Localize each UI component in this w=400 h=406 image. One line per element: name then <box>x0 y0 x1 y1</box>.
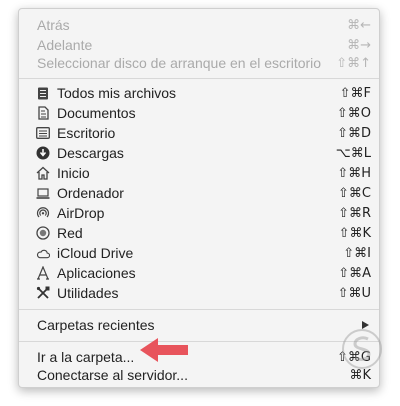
menu-item-shortcut: ⇧⌘R <box>338 205 371 221</box>
menu-item-icloud-drive[interactable]: iCloud Drive ⇧⌘I <box>19 243 379 263</box>
menu-item-shortcut: ⌘→ <box>347 37 371 53</box>
menu-item-airdrop[interactable]: AirDrop ⇧⌘R <box>19 203 379 223</box>
menu-item-shortcut: ⇧⌘F <box>339 85 371 101</box>
airdrop-icon <box>36 206 50 220</box>
menu-item-label: Carpetas recientes <box>37 317 155 333</box>
menu-item-documents[interactable]: Documentos ⇧⌘O <box>19 103 379 123</box>
menu-item-label: Atrás <box>37 17 70 33</box>
applications-icon <box>36 266 50 280</box>
menu-item-home[interactable]: Inicio ⇧⌘H <box>19 163 379 183</box>
menu-item-label: Seleccionar disco de arranque en el escr… <box>37 55 322 71</box>
watermark-logo-icon <box>342 329 382 369</box>
documents-icon <box>36 106 50 120</box>
menu-item-shortcut: ⇧⌘A <box>338 265 371 281</box>
menu-item-select-startup-disk: Seleccionar disco de arranque en el escr… <box>19 53 379 73</box>
menu-item-go-to-folder[interactable]: Ir a la carpeta... ⇧⌘G <box>19 347 379 367</box>
menu-item-shortcut: ⇧⌘K <box>338 225 371 241</box>
menu-item-applications[interactable]: Aplicaciones ⇧⌘A <box>19 263 379 283</box>
menu-item-shortcut: ⇧⌘D <box>337 125 371 141</box>
network-icon <box>36 226 50 240</box>
menu-item-label: AirDrop <box>57 205 105 221</box>
menu-item-label: iCloud Drive <box>57 245 134 261</box>
menu-item-label: Red <box>57 225 83 241</box>
downloads-icon <box>36 146 50 160</box>
desktop-icon <box>36 126 50 140</box>
menu-item-connect-to-server[interactable]: Conectarse al servidor... ⌘K <box>19 365 379 385</box>
menu-item-shortcut: ⌥⌘L <box>335 145 371 161</box>
menu-item-forward: Adelante ⌘→ <box>19 35 379 55</box>
menu-item-all-files[interactable]: Todos mis archivos ⇧⌘F <box>19 83 379 103</box>
menu-item-downloads[interactable]: Descargas ⌥⌘L <box>19 143 379 163</box>
pointer-arrow-icon <box>140 338 188 362</box>
go-menu: Atrás ⌘← Adelante ⌘→ Seleccionar disco d… <box>18 8 380 388</box>
menu-item-label: Descargas <box>57 145 124 161</box>
menu-item-shortcut: ⇧⌘O <box>336 105 371 121</box>
utilities-icon <box>36 286 50 300</box>
menu-item-label: Todos mis archivos <box>57 85 177 101</box>
menu-item-shortcut: ⇧⌘C <box>338 185 371 201</box>
menu-item-label: Utilidades <box>57 285 119 301</box>
menu-item-label: Conectarse al servidor... <box>37 367 188 383</box>
menu-item-shortcut: ⇧⌘I <box>343 245 371 261</box>
menu-item-shortcut: ⇧⌘H <box>337 165 371 181</box>
menu-item-back: Atrás ⌘← <box>19 15 379 35</box>
computer-icon <box>36 186 50 200</box>
menu-item-label: Adelante <box>37 37 93 53</box>
menu-item-label: Inicio <box>57 165 90 181</box>
home-icon <box>36 166 50 180</box>
icloud-icon <box>36 246 50 260</box>
menu-item-shortcut: ⇧⌘↑ <box>336 55 371 71</box>
menu-item-label: Ir a la carpeta... <box>37 349 135 365</box>
menu-item-recent-folders[interactable]: Carpetas recientes <box>19 315 379 335</box>
menu-separator <box>19 309 379 310</box>
menu-item-network[interactable]: Red ⇧⌘K <box>19 223 379 243</box>
menu-item-label: Documentos <box>57 105 136 121</box>
all-files-icon <box>36 86 50 100</box>
menu-item-label: Escritorio <box>57 125 116 141</box>
menu-item-desktop[interactable]: Escritorio ⇧⌘D <box>19 123 379 143</box>
menu-separator <box>19 78 379 79</box>
menu-item-shortcut: ⇧⌘U <box>337 285 371 301</box>
menu-item-computer[interactable]: Ordenador ⇧⌘C <box>19 183 379 203</box>
menu-item-utilities[interactable]: Utilidades ⇧⌘U <box>19 283 379 303</box>
menu-item-label: Aplicaciones <box>57 265 136 281</box>
menu-item-shortcut: ⌘← <box>347 17 371 33</box>
menu-separator <box>19 341 379 342</box>
menu-item-label: Ordenador <box>57 185 124 201</box>
